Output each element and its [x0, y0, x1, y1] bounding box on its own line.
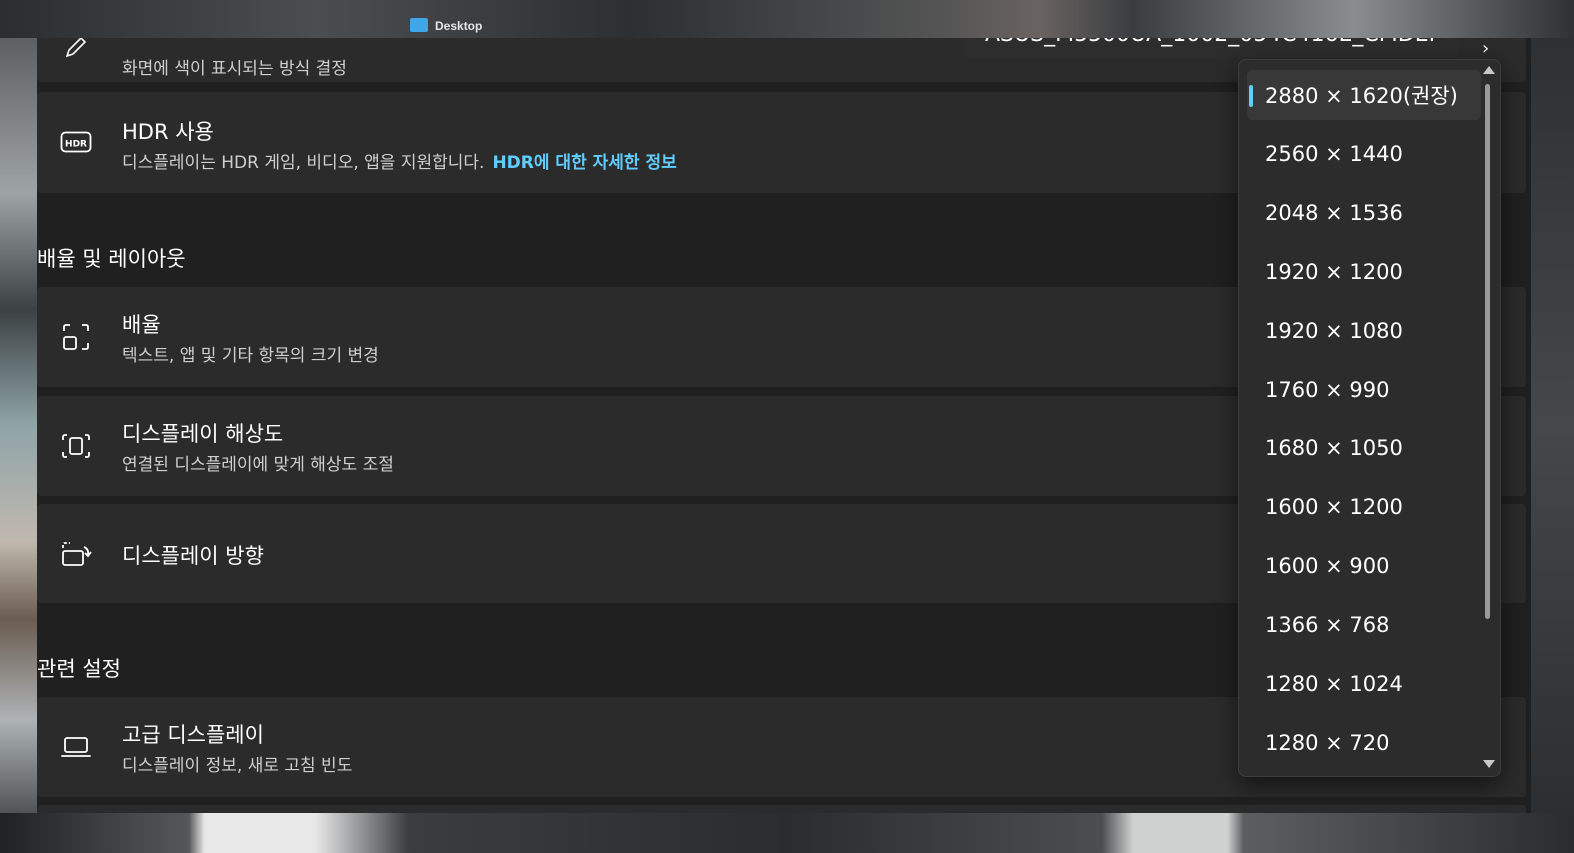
resolution-option[interactable]: 1280 × 1024	[1247, 659, 1481, 709]
hdr-subtitle-row: 디스플레이는 HDR 게임, 비디오, 앱을 지원합니다. HDR에 대한 자세한…	[122, 148, 677, 173]
resolution-option[interactable]: 2560 × 1440	[1247, 129, 1481, 179]
resolution-option-label: 1280 × 1024	[1265, 672, 1403, 696]
resolution-option-label: 2560 × 1440	[1265, 141, 1403, 166]
resolution-option[interactable]: 1366 × 768	[1247, 600, 1481, 650]
scale-icon	[59, 320, 93, 354]
resolution-option-label: 1600 × 1200	[1265, 495, 1403, 520]
resolution-option[interactable]: 1600 × 900	[1247, 541, 1481, 591]
scale-title: 배율	[122, 313, 161, 337]
rotate-icon	[59, 537, 93, 571]
resolution-option-label: 1680 × 1050	[1265, 436, 1403, 461]
desktop-background-right	[1531, 38, 1574, 813]
resolution-option-label: 1920 × 1080	[1265, 318, 1403, 343]
scroll-up-arrow-icon[interactable]	[1483, 66, 1495, 74]
folder-icon[interactable]	[410, 18, 428, 32]
resolution-option-label: 1600 × 900	[1265, 554, 1390, 579]
laptop-icon	[59, 730, 93, 764]
desktop-background-bottom	[0, 812, 1574, 853]
desktop-folder-label[interactable]: Desktop	[435, 19, 482, 33]
desktop-background-left	[0, 38, 37, 813]
resolution-option[interactable]: 2048 × 1536	[1247, 188, 1481, 238]
resolution-option[interactable]: 1920 × 1200	[1247, 247, 1481, 297]
next-card[interactable]	[37, 805, 1526, 813]
color-profile-dropdown[interactable]: ASUS_M5500UA_1002_054C416E_CMDEF	[965, 38, 1458, 57]
chevron-right-icon[interactable]: ›	[1482, 38, 1489, 59]
hdr-learn-more-link[interactable]: HDR에 대한 자세한 정보	[492, 153, 676, 173]
hdr-subtitle: 디스플레이는 HDR 게임, 비디오, 앱을 지원합니다.	[122, 153, 485, 173]
scale-subtitle: 텍스트, 앱 및 기타 항목의 크기 변경	[122, 346, 379, 366]
resolution-option[interactable]: 1280 × 720	[1247, 718, 1481, 768]
advanced-display-subtitle: 디스플레이 정보, 새로 고침 빈도	[122, 756, 353, 776]
pen-icon	[59, 38, 93, 64]
scrollbar-thumb[interactable]	[1485, 84, 1490, 619]
scroll-down-arrow-icon[interactable]	[1483, 760, 1495, 768]
resolution-subtitle: 연결된 디스플레이에 맞게 해상도 조절	[122, 455, 394, 475]
resolution-option[interactable]: 2880 × 1620(권장)	[1247, 70, 1481, 120]
resolution-option-label: 1920 × 1200	[1265, 259, 1403, 284]
resolution-title: 디스플레이 해상도	[122, 422, 284, 446]
resolution-option[interactable]: 1920 × 1080	[1247, 306, 1481, 356]
resolution-option-label: 2880 × 1620(권장)	[1265, 84, 1458, 108]
color-profile-value: ASUS_M5500UA_1002_054C416E_CMDEF	[985, 38, 1441, 47]
color-profile-subtitle: 화면에 색이 표시되는 방식 결정	[122, 59, 347, 79]
resolution-option[interactable]: 1680 × 1050	[1247, 423, 1481, 473]
selected-indicator	[1249, 85, 1253, 107]
resolution-option[interactable]: 1600 × 1200	[1247, 482, 1481, 532]
hdr-icon: HDR	[59, 125, 93, 159]
resolution-option-label: 1280 × 720	[1265, 730, 1390, 755]
desktop-background-top	[0, 0, 1574, 38]
resolution-dropdown-list[interactable]: 2880 × 1620(권장) 2560 × 1440 2048 × 1536 192…	[1238, 59, 1501, 777]
resolution-option-label: 1760 × 990	[1265, 377, 1390, 402]
resolution-option-label: 2048 × 1536	[1265, 200, 1403, 225]
resolution-option-label: 1366 × 768	[1265, 613, 1390, 638]
resolution-option[interactable]: 1760 × 990	[1247, 365, 1481, 415]
hdr-title: HDR 사용	[122, 120, 214, 144]
resolution-icon	[59, 429, 93, 463]
section-title-scale-layout: 배율 및 레이아웃	[37, 247, 186, 271]
svg-text:HDR: HDR	[65, 140, 87, 150]
section-title-related: 관련 설정	[37, 657, 121, 681]
orientation-title: 디스플레이 방향	[122, 544, 264, 568]
advanced-display-title: 고급 디스플레이	[122, 723, 264, 747]
